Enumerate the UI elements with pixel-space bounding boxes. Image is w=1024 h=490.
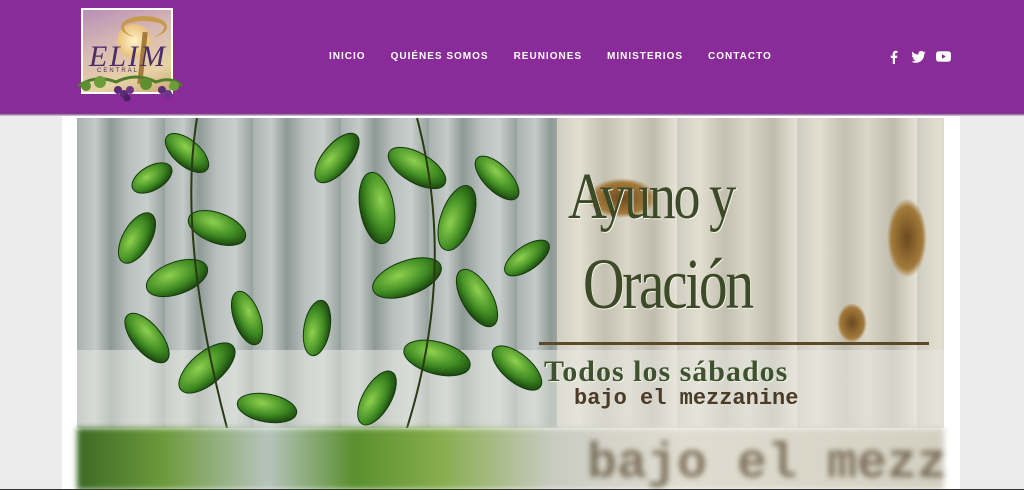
banner-title-line2: Oración xyxy=(583,244,754,324)
logo-grapes-icon xyxy=(77,75,184,102)
nav-quienes-somos[interactable]: QUIÉNES SOMOS xyxy=(391,51,489,62)
nav-inicio[interactable]: INICIO xyxy=(329,51,366,62)
site-header: ELIM CENTRAL INICIO QUIÉNES SOMOS REUNIO… xyxy=(0,0,1024,113)
twitter-icon[interactable] xyxy=(911,49,926,64)
banner-divider-line xyxy=(539,342,929,345)
wood-knot xyxy=(837,303,867,343)
banner-title-line1: Ayuno y xyxy=(568,160,736,233)
blurred-banner-text: bajo el mezza xyxy=(587,436,944,490)
facebook-icon[interactable] xyxy=(886,49,901,64)
nav-contacto[interactable]: CONTACTO xyxy=(708,51,772,62)
banner-subtitle: Todos los sábados xyxy=(544,355,789,388)
youtube-icon[interactable] xyxy=(936,49,951,64)
ivy-leaves-image xyxy=(117,118,550,428)
nav-reuniones[interactable]: REUNIONES xyxy=(514,51,582,62)
banner-location: bajo el mezzanine xyxy=(574,386,799,411)
nav-ministerios[interactable]: MINISTERIOS xyxy=(607,51,683,62)
hero-banner[interactable] xyxy=(77,118,944,428)
wood-knot xyxy=(887,198,927,278)
social-links xyxy=(886,49,951,64)
main-navigation: INICIO QUIÉNES SOMOS REUNIONES MINISTERI… xyxy=(329,51,797,62)
banner-blurred-reflection: bajo el mezza xyxy=(77,428,944,490)
